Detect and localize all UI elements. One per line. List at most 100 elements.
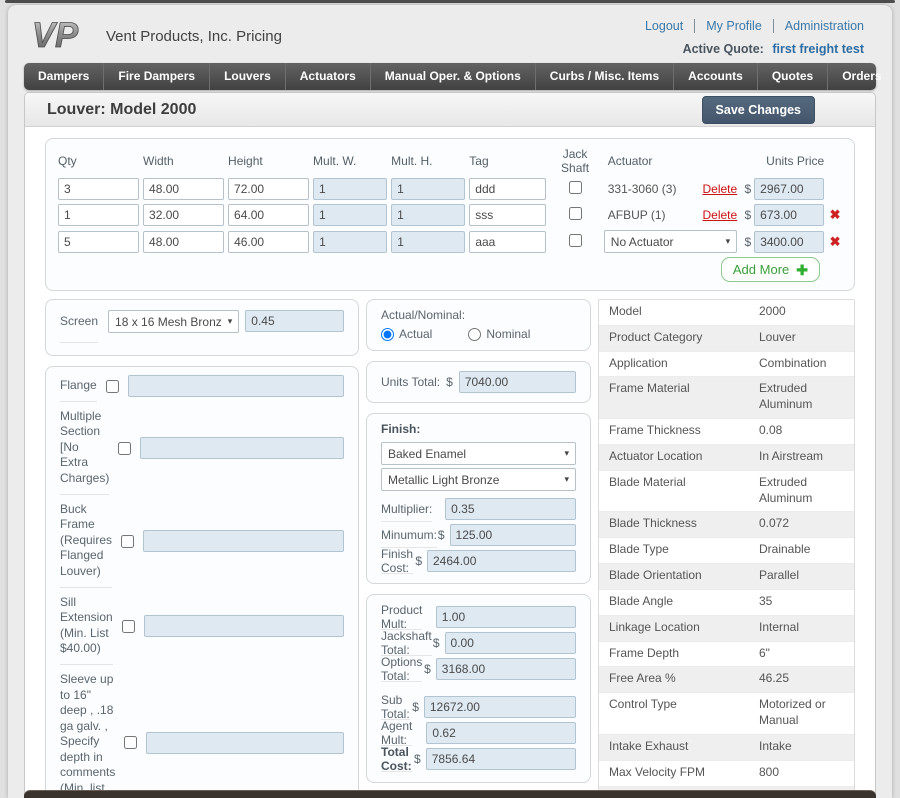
sill-extension-checkbox[interactable]	[122, 620, 135, 633]
spec-row: ApplicationCombination	[599, 351, 854, 377]
sleeve-checkbox[interactable]	[124, 736, 137, 749]
actual-radio-label[interactable]: Actual	[399, 327, 432, 341]
option-row-flange: Flange	[60, 371, 344, 402]
finish-color-select[interactable]: Metallic Light Bronze ▾	[381, 468, 576, 491]
jack-shaft-header: Jack Shaft	[550, 147, 599, 175]
spec-row: Linkage LocationInternal	[599, 615, 854, 641]
active-quote-value[interactable]: first freight test	[772, 42, 864, 56]
tag-input[interactable]	[469, 204, 546, 226]
tag-header: Tag	[469, 154, 546, 168]
tab-orders[interactable]: Orders	[827, 63, 895, 90]
sill-extension-price-input	[144, 615, 344, 637]
tag-input[interactable]	[469, 231, 546, 253]
spec-row: Max Velocity FPM800	[599, 760, 854, 786]
units-total-input	[459, 371, 576, 393]
currency-symbol: $	[744, 208, 751, 222]
qty-input[interactable]	[58, 231, 139, 253]
screen-section: Screen 18 x 16 Mesh Bronz ▾	[45, 299, 359, 356]
width-input[interactable]	[143, 204, 224, 226]
units-price-input	[754, 231, 824, 253]
spec-row: Model2000	[599, 300, 854, 325]
mult-w-input	[313, 231, 387, 253]
options-section: Flange Multiple Section [No Extra Charge…	[45, 366, 359, 798]
qty-input[interactable]	[58, 204, 139, 226]
nominal-radio-label[interactable]: Nominal	[486, 327, 530, 341]
actuator-select[interactable]: No Actuator ▾	[604, 230, 737, 253]
my-profile-link[interactable]: My Profile	[695, 19, 774, 33]
main-nav: Dampers Fire Dampers Louvers Actuators M…	[24, 63, 876, 90]
remove-row-icon[interactable]: ✖	[830, 207, 841, 222]
options-total-row: Options Total: $	[381, 656, 576, 682]
multiple-section-checkbox[interactable]	[118, 442, 131, 455]
finish-title: Finish:	[381, 422, 576, 436]
mult-w-header: Mult. W.	[313, 154, 387, 168]
flange-checkbox[interactable]	[106, 380, 119, 393]
sub-total-input	[424, 696, 576, 718]
plus-icon: ✚	[796, 263, 808, 277]
buck-frame-checkbox[interactable]	[121, 535, 134, 548]
add-more-button[interactable]: Add More ✚	[721, 257, 820, 282]
content-panel: Louver: Model 2000 Save Changes Qty Widt…	[24, 92, 876, 798]
height-input[interactable]	[228, 231, 309, 253]
mult-w-input	[313, 204, 387, 226]
spec-row: Intake ExhaustIntake	[599, 734, 854, 760]
sleeve-price-input	[146, 732, 344, 754]
app-wrapper: VP Vent Products, Inc. Pricing LogoutMy …	[8, 5, 892, 798]
width-input[interactable]	[143, 178, 224, 200]
unit-row-1: 331-3060 (3) Delete $	[58, 178, 842, 200]
administration-link[interactable]: Administration	[774, 19, 864, 33]
finish-cost-input	[427, 550, 576, 572]
nominal-radio[interactable]	[468, 328, 481, 341]
tag-input[interactable]	[469, 178, 546, 200]
option-row-buck-frame: Buck Frame (Requires Flanged Louver)	[60, 495, 344, 588]
option-row-sill-extension: Sill Extension (Min. List $40.00)	[60, 588, 344, 665]
window-top-edge	[5, 0, 895, 3]
svg-text:VP: VP	[32, 17, 79, 55]
tab-accounts[interactable]: Accounts	[673, 63, 757, 90]
logout-link[interactable]: Logout	[634, 19, 695, 33]
tab-dampers[interactable]: Dampers	[24, 63, 103, 90]
tab-actuators[interactable]: Actuators	[285, 63, 370, 90]
currency-symbol: $	[410, 700, 419, 714]
tab-manual-oper-options[interactable]: Manual Oper. & Options	[370, 63, 535, 90]
tab-fire-dampers[interactable]: Fire Dampers	[103, 63, 209, 90]
height-input[interactable]	[228, 178, 309, 200]
jack-shaft-checkbox[interactable]	[569, 181, 582, 194]
units-total-section: Units Total: $	[366, 361, 591, 403]
agent-mult-row: Agent Mult:	[381, 720, 576, 746]
currency-symbol: $	[446, 375, 453, 389]
unit-row-2: AFBUP (1) Delete $ ✖	[58, 204, 842, 226]
tab-quotes[interactable]: Quotes	[757, 63, 827, 90]
save-changes-button[interactable]: Save Changes	[702, 96, 815, 124]
spec-row: Control TypeMotorized or Manual	[599, 692, 854, 734]
height-input[interactable]	[228, 204, 309, 226]
spec-row: Blade OrientationParallel	[599, 563, 854, 589]
options-total-input	[436, 658, 576, 680]
width-input[interactable]	[143, 231, 224, 253]
qty-input[interactable]	[58, 178, 139, 200]
delete-actuator-link[interactable]: Delete	[702, 208, 737, 222]
buck-frame-price-input	[143, 530, 344, 552]
flange-price-input	[128, 375, 344, 397]
finish-type-select[interactable]: Baked Enamel ▾	[381, 442, 576, 465]
spec-row: Frame Depth6"	[599, 641, 854, 667]
spec-row: Blade TypeDrainable	[599, 537, 854, 563]
finish-multiplier-input	[445, 498, 576, 520]
jack-shaft-checkbox[interactable]	[569, 207, 582, 220]
screen-select[interactable]: 18 x 16 Mesh Bronz ▾	[108, 310, 239, 333]
remove-row-icon[interactable]: ✖	[830, 234, 841, 249]
product-mult-row: Product Mult:	[381, 604, 576, 630]
qty-header: Qty	[58, 154, 139, 168]
currency-symbol: $	[413, 554, 422, 568]
jack-shaft-checkbox[interactable]	[569, 234, 582, 247]
tab-louvers[interactable]: Louvers	[209, 63, 285, 90]
spec-row: Blade MaterialExtruded Aluminum	[599, 470, 854, 512]
multiple-section-price-input	[140, 437, 344, 459]
actual-radio[interactable]	[381, 328, 394, 341]
units-price-input	[754, 178, 824, 200]
delete-actuator-link[interactable]: Delete	[702, 182, 737, 196]
product-specs-table: Model2000 Product CategoryLouver Applica…	[598, 299, 855, 798]
actuator-header: Actuator	[604, 154, 737, 168]
actuator-name: 331-3060 (3)	[608, 182, 677, 196]
tab-curbs-misc-items[interactable]: Curbs / Misc. Items	[535, 63, 673, 90]
